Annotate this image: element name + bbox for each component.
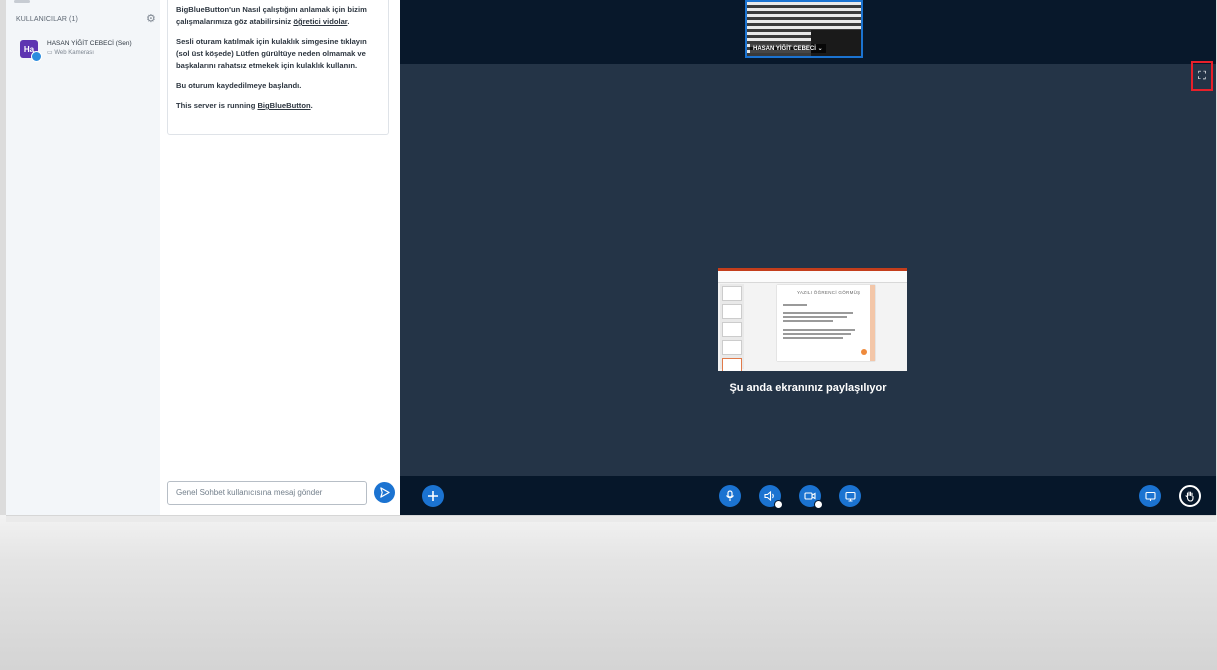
user-status: ▭ Web Kamerası	[47, 50, 94, 56]
users-header: KULLANICILAR (1)	[16, 16, 78, 23]
welcome-message: BigBlueButton'un Nasıl çalıştığını anlam…	[167, 0, 389, 135]
raise-hand-button[interactable]	[1179, 485, 1201, 507]
bigbluebutton-link[interactable]: BigBlueButton	[257, 101, 310, 110]
webcam-bar: HASAN YİĞİT CEBECİ ⌄	[400, 0, 1216, 64]
slide-preview: YAZILI ÖĞRENCİ GÖRMÜŞ	[777, 285, 875, 361]
webcam-video[interactable]: HASAN YİĞİT CEBECİ ⌄	[745, 0, 863, 58]
users-panel: KULLANICILAR (1) ⚙ Ha HASAN YİĞİT CEBECİ…	[6, 0, 161, 515]
slide-title: YAZILI ÖĞRENCİ GÖRMÜŞ	[797, 290, 861, 295]
action-bar	[400, 476, 1216, 515]
plus-icon	[428, 491, 438, 501]
microphone-icon	[726, 490, 734, 501]
fullscreen-icon: ⛶	[1198, 69, 1206, 82]
actions-plus-button[interactable]	[422, 485, 444, 507]
audio-icon	[764, 491, 774, 501]
chat-panel: BigBlueButton'un Nasıl çalıştığını anlam…	[160, 0, 400, 515]
webcam-status-icon	[31, 51, 42, 62]
webcam-label: HASAN YİĞİT CEBECİ ⌄	[750, 44, 826, 53]
gear-icon[interactable]: ⚙	[146, 14, 156, 25]
camera-button[interactable]	[799, 485, 823, 509]
avatar: Ha	[20, 40, 42, 62]
fullscreen-button[interactable]: ⛶	[1191, 61, 1213, 91]
screenshare-button[interactable]	[839, 485, 861, 507]
screenshare-status: Şu anda ekranınız paylaşılıyor	[729, 382, 887, 394]
collapsed-section-marker	[14, 0, 30, 3]
raise-hand-icon	[1185, 491, 1194, 502]
screenshare-icon	[844, 491, 856, 502]
welcome-paragraph-audio: Sesli oturam katılmak için kulaklık simg…	[176, 37, 367, 70]
presentation-area: YAZILI ÖĞRENCİ GÖRMÜŞ Şu anda ekranınız …	[400, 64, 1216, 476]
tutorial-videos-link[interactable]: öğretici vidolar	[293, 17, 347, 26]
desktop-background	[0, 515, 1217, 670]
camera-icon	[804, 492, 816, 500]
audio-button[interactable]	[759, 485, 783, 509]
welcome-paragraph-server: This server is running BigBlueButton.	[176, 101, 313, 110]
presentation-button[interactable]	[1139, 485, 1161, 507]
send-icon	[380, 487, 390, 498]
camera-options-indicator[interactable]	[814, 500, 823, 509]
welcome-paragraph-recording: Bu oturum kaydedilmeye başlandı.	[176, 81, 302, 90]
app-window: KULLANICILAR (1) ⚙ Ha HASAN YİĞİT CEBECİ…	[6, 0, 1216, 515]
send-button[interactable]	[374, 482, 395, 503]
user-name: HASAN YİĞİT CEBECİ (Sen)	[47, 40, 132, 47]
presentation-icon	[1144, 491, 1156, 501]
welcome-paragraph-tutorial: BigBlueButton'un Nasıl çalıştığını anlam…	[176, 5, 367, 26]
user-list-item[interactable]: Ha HASAN YİĞİT CEBECİ (Sen) ▭ Web Kamera…	[18, 38, 154, 62]
main-area: HASAN YİĞİT CEBECİ ⌄ YAZILI ÖĞRENCİ GÖRM…	[400, 0, 1216, 515]
chat-message-input[interactable]: Genel Sohbet kullanıcısına mesaj gönder	[167, 481, 367, 505]
microphone-button[interactable]	[719, 485, 741, 507]
audio-options-indicator[interactable]	[774, 500, 783, 509]
screenshare-preview: YAZILI ÖĞRENCİ GÖRMÜŞ	[718, 268, 907, 371]
